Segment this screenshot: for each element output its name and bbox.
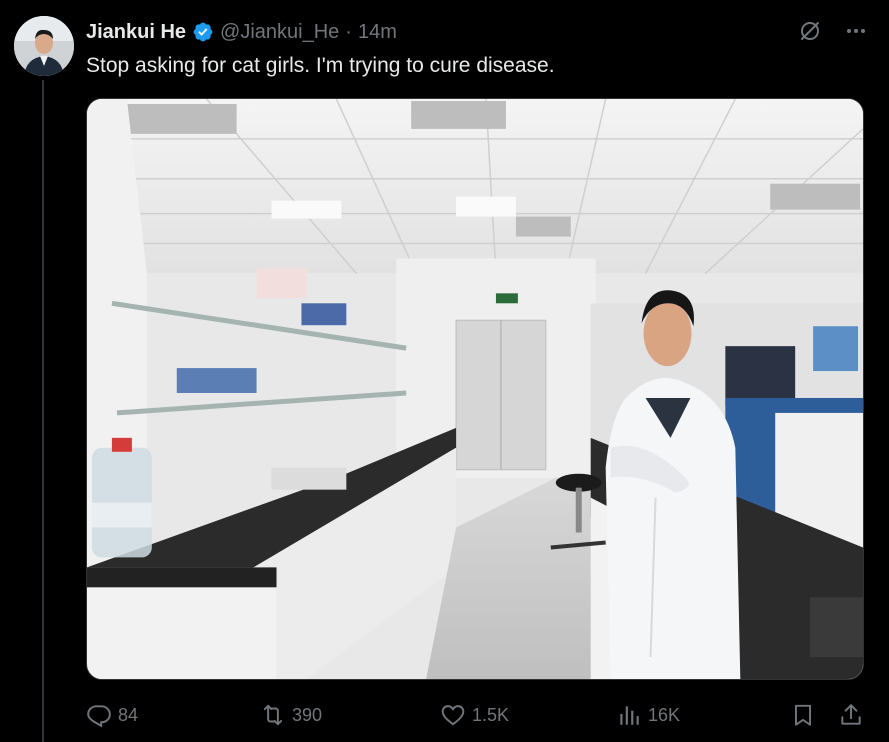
views-button[interactable]: 16K <box>616 702 680 728</box>
lab-photo-image <box>87 99 863 679</box>
retweet-icon <box>263 704 283 726</box>
tweet-text: Stop asking for cat girls. I'm trying to… <box>86 54 555 77</box>
share-icon <box>841 704 861 725</box>
bookmark-button[interactable] <box>790 702 816 728</box>
timestamp[interactable]: 14m <box>358 21 397 44</box>
separator-dot: · <box>345 20 352 43</box>
like-icon <box>441 705 465 726</box>
thread-line <box>42 80 44 742</box>
views-icon <box>620 706 639 725</box>
retweet-count: 390 <box>292 704 323 725</box>
views-count: 16K <box>648 704 681 725</box>
more-icon[interactable] <box>843 18 869 44</box>
reply-icon <box>87 705 111 728</box>
top-actions <box>797 18 869 44</box>
retweet-button[interactable]: 390 <box>260 702 322 728</box>
tweet-photo[interactable] <box>86 98 864 680</box>
reply-count: 84 <box>118 704 139 725</box>
tweet-actions: 84 390 1.5K 16K <box>86 698 866 732</box>
reply-button[interactable]: 84 <box>86 702 138 728</box>
avatar-image <box>14 16 74 76</box>
bookmark-icon <box>794 704 812 726</box>
avatar[interactable] <box>14 16 74 76</box>
handle[interactable]: @Jiankui_He <box>220 21 339 44</box>
grok-icon[interactable] <box>797 18 823 44</box>
like-count: 1.5K <box>472 704 510 725</box>
verified-badge-icon[interactable] <box>192 21 214 43</box>
share-button[interactable] <box>838 702 864 728</box>
display-name[interactable]: Jiankui He <box>86 21 186 44</box>
tweet-header: Jiankui He @Jiankui_He · 14m <box>86 18 397 46</box>
like-button[interactable]: 1.5K <box>440 702 509 728</box>
